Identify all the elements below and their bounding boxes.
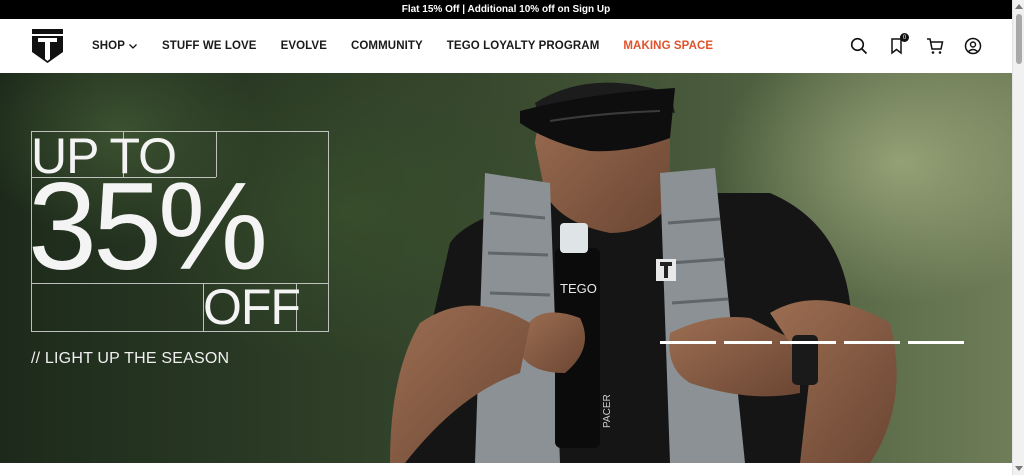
nav-shop[interactable]: SHOP — [92, 40, 138, 52]
scroll-up-arrow-icon[interactable] — [1015, 4, 1023, 9]
nav-making-space[interactable]: MAKING SPACE — [623, 40, 713, 52]
nav-community[interactable]: COMMUNITY — [351, 40, 423, 52]
nav-community-label: COMMUNITY — [350, 40, 423, 52]
announcement-text: Flat 15% Off | Additional 10% off on Sig… — [401, 4, 611, 15]
nav-making-space-label: MAKING SPACE — [623, 40, 714, 52]
carousel-indicator[interactable] — [724, 341, 772, 344]
search-icon[interactable] — [850, 37, 868, 55]
hero-tagline: // LIGHT UP THE SEASON — [31, 350, 230, 367]
site-header: SHOP STUFF WE LOVE EVOLVE COMMUNITY TEGO… — [0, 19, 1012, 73]
runner-with-hydration-vest-image: TEGO PACER — [390, 82, 897, 463]
wishlist-count-badge: 0 — [900, 33, 909, 42]
bottle-label-text: PACER — [602, 394, 613, 428]
nav-loyalty-program[interactable]: TEGO LOYALTY PROGRAM — [447, 40, 600, 52]
hero-banner[interactable]: TEGO PACER UP TO 35% OFF // LIGHT UP THE… — [0, 73, 1012, 463]
carousel-indicator[interactable] — [780, 341, 836, 344]
tego-logo[interactable] — [31, 28, 64, 64]
scroll-down-arrow-icon[interactable] — [1015, 466, 1023, 471]
nav-stuff-we-love[interactable]: STUFF WE LOVE — [162, 40, 257, 52]
announcement-bar: Flat 15% Off | Additional 10% off on Sig… — [0, 0, 1012, 19]
cart-icon[interactable] — [926, 37, 944, 55]
nav-evolve-label: EVOLVE — [280, 40, 327, 52]
account-icon[interactable] — [964, 37, 982, 55]
nav-loyalty-program-label: TEGO LOYALTY PROGRAM — [446, 40, 600, 52]
nav-evolve[interactable]: EVOLVE — [281, 40, 327, 52]
bottle-brand-text: TEGO — [560, 281, 597, 296]
carousel-indicator[interactable] — [844, 341, 900, 344]
promo-headline: UP TO 35% OFF — [28, 131, 329, 335]
carousel-indicator[interactable] — [660, 341, 716, 344]
nav-shop-label: SHOP — [92, 40, 125, 52]
headline-off: OFF — [203, 279, 301, 335]
bookmark-icon[interactable]: 0 — [888, 33, 909, 55]
carousel-indicators — [660, 341, 972, 344]
main-nav: SHOP STUFF WE LOVE EVOLVE COMMUNITY TEGO… — [92, 19, 737, 73]
nav-stuff-we-love-label: STUFF WE LOVE — [162, 40, 257, 52]
chevron-down-icon — [129, 44, 137, 49]
carousel-indicator[interactable] — [908, 341, 964, 344]
page-scrollbar[interactable] — [1012, 0, 1024, 475]
headline-percentage: 35% — [28, 158, 268, 296]
header-actions: 0 — [830, 19, 982, 73]
scrollbar-thumb[interactable] — [1016, 14, 1022, 64]
